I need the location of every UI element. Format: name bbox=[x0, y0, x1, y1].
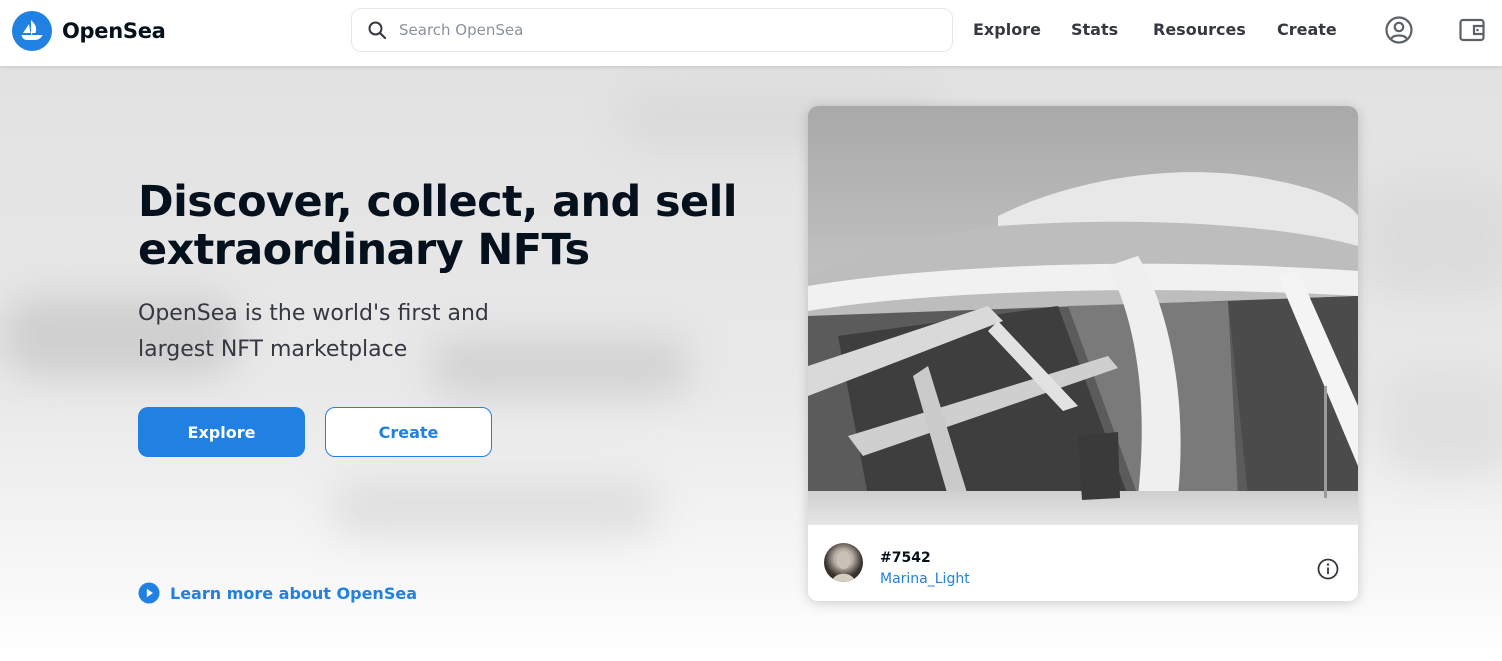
explore-button[interactable]: Explore bbox=[138, 407, 305, 457]
top-navbar: OpenSea Explore Stats Resources Create bbox=[0, 0, 1502, 66]
info-icon[interactable] bbox=[1316, 557, 1340, 581]
hero-section: Discover, collect, and sell extraordinar… bbox=[0, 66, 1502, 661]
logo-text: OpenSea bbox=[62, 19, 166, 43]
hero-subline: OpenSea is the world's first and largest… bbox=[138, 301, 489, 362]
learn-more-link[interactable]: Learn more about OpenSea bbox=[138, 582, 417, 604]
background-blur bbox=[1360, 176, 1502, 296]
create-button[interactable]: Create bbox=[325, 407, 492, 457]
search-icon bbox=[368, 21, 387, 40]
play-circle-icon bbox=[138, 582, 160, 604]
nav-stats[interactable]: Stats bbox=[1071, 20, 1118, 39]
background-blur bbox=[1380, 366, 1502, 476]
opensea-logo-icon bbox=[12, 11, 52, 51]
nft-owner-link[interactable]: Marina_Light bbox=[880, 571, 970, 587]
creator-avatar[interactable] bbox=[824, 543, 863, 582]
featured-nft-card[interactable]: #7542 Marina_Light bbox=[808, 106, 1358, 601]
hero-headline: Discover, collect, and sell extraordinar… bbox=[138, 177, 737, 275]
learn-more-label: Learn more about OpenSea bbox=[170, 583, 417, 603]
nft-card-footer: #7542 Marina_Light bbox=[808, 525, 1358, 601]
logo-link[interactable]: OpenSea bbox=[12, 11, 166, 51]
nav-explore[interactable]: Explore bbox=[973, 20, 1041, 39]
account-icon[interactable] bbox=[1384, 15, 1414, 45]
featured-nft-image bbox=[808, 106, 1358, 525]
search-bar[interactable] bbox=[351, 8, 953, 52]
nav-create[interactable]: Create bbox=[1277, 20, 1337, 39]
nav-resources[interactable]: Resources bbox=[1153, 20, 1246, 39]
nft-token-id: #7542 bbox=[880, 550, 931, 566]
wallet-icon[interactable] bbox=[1457, 15, 1487, 45]
search-input[interactable] bbox=[399, 21, 919, 39]
background-blur bbox=[330, 476, 660, 536]
